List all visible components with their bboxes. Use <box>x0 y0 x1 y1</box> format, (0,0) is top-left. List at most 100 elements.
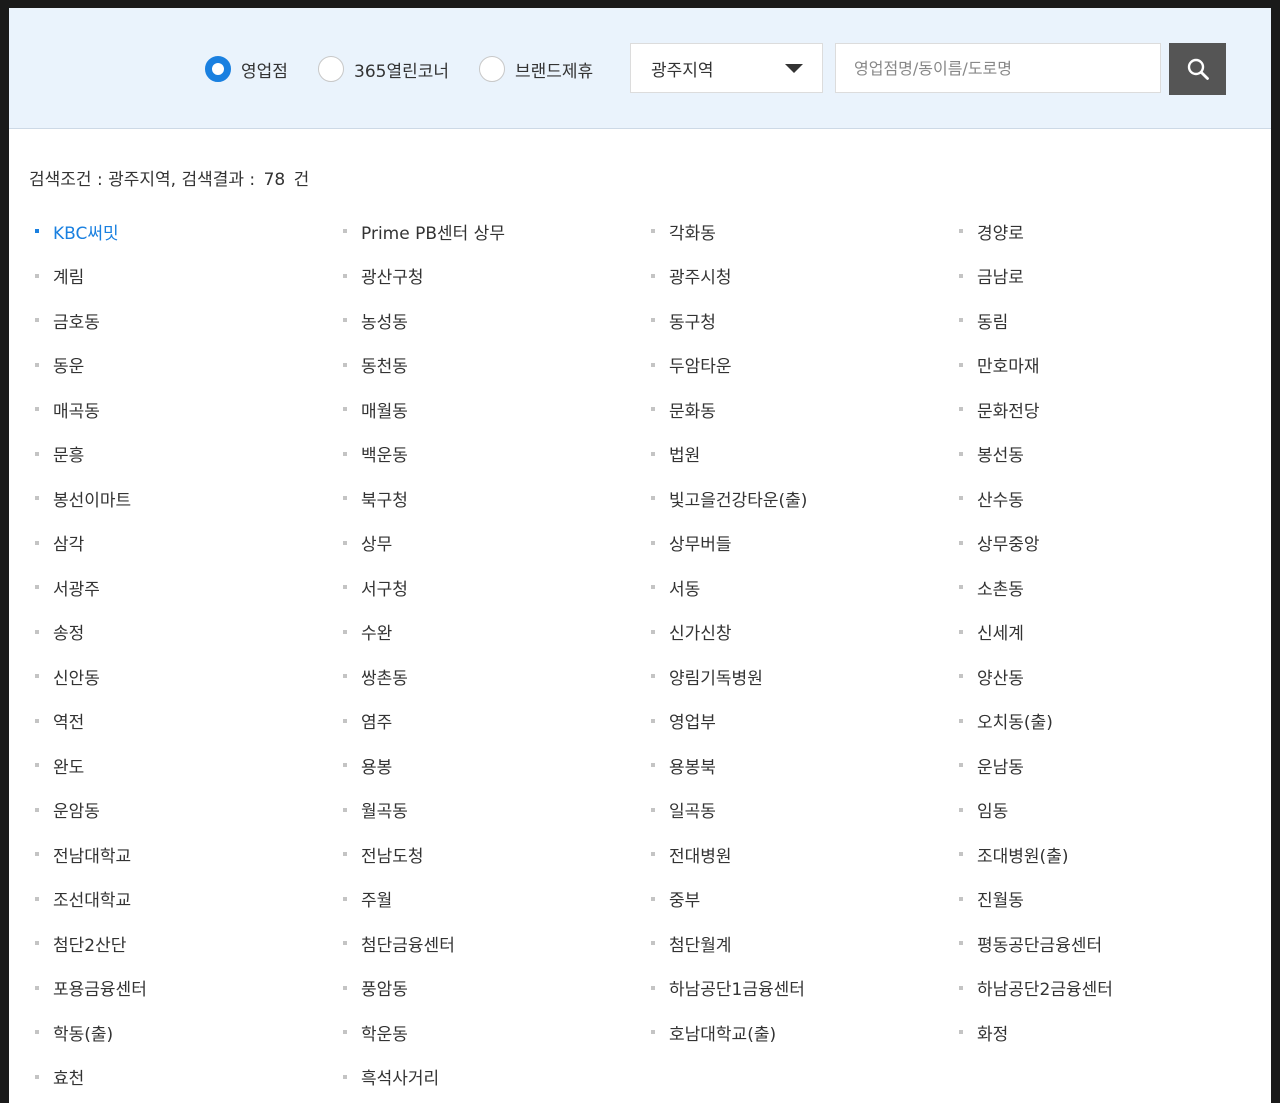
branch-item[interactable]: 북구청 <box>343 476 651 521</box>
branch-item[interactable]: 중부 <box>651 877 959 922</box>
branch-item[interactable]: 상무 <box>343 521 651 566</box>
radio-branch[interactable]: 영업점 <box>205 54 288 84</box>
branch-item[interactable]: 동운 <box>35 343 343 388</box>
radio-brand-partner[interactable]: 브랜드제휴 <box>479 54 593 84</box>
branch-item[interactable]: 문화동 <box>651 387 959 432</box>
branch-item[interactable]: 흑석사거리 <box>343 1055 651 1100</box>
branch-item[interactable]: 농성동 <box>343 298 651 343</box>
branch-item[interactable]: 빛고을건강타운(출) <box>651 476 959 521</box>
branch-item[interactable]: 봉선이마트 <box>35 476 343 521</box>
branch-item[interactable]: 운암동 <box>35 788 343 833</box>
branch-item[interactable]: 신가신창 <box>651 610 959 655</box>
branch-item[interactable]: 매월동 <box>343 387 651 432</box>
branch-item[interactable]: 전남도청 <box>343 832 651 877</box>
bullet-icon <box>343 718 347 723</box>
bullet-icon <box>35 629 39 634</box>
branch-item[interactable]: 금호동 <box>35 298 343 343</box>
branch-item[interactable]: 삼각 <box>35 521 343 566</box>
branch-item[interactable]: 쌍촌동 <box>343 654 651 699</box>
branch-name: 하남공단1금융센터 <box>669 980 805 1001</box>
branch-item[interactable]: 문화전당 <box>959 387 1267 432</box>
branch-item[interactable]: 광산구청 <box>343 254 651 299</box>
branch-item[interactable]: 양림기독병원 <box>651 654 959 699</box>
branch-name: 매곡동 <box>53 401 100 422</box>
branch-item[interactable]: 계림 <box>35 254 343 299</box>
branch-item[interactable]: 완도 <box>35 743 343 788</box>
branch-item[interactable]: 호남대학교(출) <box>651 1010 959 1055</box>
branch-item[interactable]: 임동 <box>959 788 1267 833</box>
branch-item[interactable]: 풍암동 <box>343 966 651 1011</box>
branch-item[interactable]: 학운동 <box>343 1010 651 1055</box>
branch-item[interactable]: 월곡동 <box>343 788 651 833</box>
bullet-icon <box>959 362 963 367</box>
branch-item[interactable]: 두암타운 <box>651 343 959 388</box>
branch-item[interactable]: 조선대학교 <box>35 877 343 922</box>
branch-item[interactable]: 첨단월계 <box>651 921 959 966</box>
branch-item[interactable]: 서광주 <box>35 565 343 610</box>
branch-name: 봉선동 <box>977 446 1024 467</box>
branch-name: 산수동 <box>977 490 1024 511</box>
branch-item[interactable]: 수완 <box>343 610 651 655</box>
branch-item[interactable]: 전남대학교 <box>35 832 343 877</box>
branch-item[interactable]: 봉선동 <box>959 432 1267 477</box>
branch-item[interactable]: 법원 <box>651 432 959 477</box>
branch-item[interactable]: 산수동 <box>959 476 1267 521</box>
branch-item[interactable]: 상무중앙 <box>959 521 1267 566</box>
bullet-icon <box>35 229 39 234</box>
branch-name: 운암동 <box>53 802 100 823</box>
branch-name: 주월 <box>361 891 393 912</box>
branch-item[interactable]: 서구청 <box>343 565 651 610</box>
branch-item[interactable]: 동림 <box>959 298 1267 343</box>
branch-item[interactable]: 역전 <box>35 699 343 744</box>
branch-item[interactable]: 상무버들 <box>651 521 959 566</box>
branch-item[interactable]: 일곡동 <box>651 788 959 833</box>
branch-item[interactable]: 광주시청 <box>651 254 959 299</box>
bullet-icon <box>959 852 963 857</box>
branch-item[interactable]: 만호마재 <box>959 343 1267 388</box>
branch-item[interactable]: 첨단금융센터 <box>343 921 651 966</box>
branch-item[interactable]: 주월 <box>343 877 651 922</box>
branch-item[interactable]: 화정 <box>959 1010 1267 1055</box>
branch-item[interactable]: 경양로 <box>959 209 1267 254</box>
branch-item[interactable]: 오치동(출) <box>959 699 1267 744</box>
branch-item[interactable]: 영업부 <box>651 699 959 744</box>
search-button[interactable] <box>1169 43 1226 95</box>
branch-item[interactable]: 평동공단금융센터 <box>959 921 1267 966</box>
branch-name: 계림 <box>53 268 85 289</box>
branch-item[interactable]: 동천동 <box>343 343 651 388</box>
radio-365-corner[interactable]: 365열린코너 <box>318 54 449 84</box>
branch-item[interactable]: 효천 <box>35 1055 343 1100</box>
branch-item[interactable]: 문흥 <box>35 432 343 477</box>
branch-item[interactable]: 진월동 <box>959 877 1267 922</box>
branch-item[interactable]: 신안동 <box>35 654 343 699</box>
branch-item[interactable]: 하남공단2금융센터 <box>959 966 1267 1011</box>
branch-item[interactable]: 각화동 <box>651 209 959 254</box>
branch-name: 완도 <box>53 757 85 778</box>
branch-item[interactable]: 첨단2산단 <box>35 921 343 966</box>
branch-name: 첨단월계 <box>669 935 732 956</box>
bullet-icon <box>35 718 39 723</box>
branch-item[interactable]: 학동(출) <box>35 1010 343 1055</box>
branch-item[interactable]: 전대병원 <box>651 832 959 877</box>
branch-item[interactable]: Prime PB센터 상무 <box>343 209 651 254</box>
branch-item[interactable]: KBC써밋 <box>35 209 343 254</box>
region-select[interactable]: 광주지역 <box>630 43 823 93</box>
branch-item[interactable]: 용봉북 <box>651 743 959 788</box>
search-input[interactable] <box>835 43 1161 93</box>
branch-item[interactable]: 염주 <box>343 699 651 744</box>
branch-item[interactable]: 동구청 <box>651 298 959 343</box>
branch-name: 동운 <box>53 357 85 378</box>
branch-item[interactable]: 금남로 <box>959 254 1267 299</box>
branch-item[interactable]: 포용금융센터 <box>35 966 343 1011</box>
branch-item[interactable]: 매곡동 <box>35 387 343 432</box>
branch-item[interactable]: 하남공단1금융센터 <box>651 966 959 1011</box>
branch-item[interactable]: 백운동 <box>343 432 651 477</box>
branch-item[interactable]: 조대병원(출) <box>959 832 1267 877</box>
branch-item[interactable]: 소촌동 <box>959 565 1267 610</box>
branch-item[interactable]: 서동 <box>651 565 959 610</box>
branch-item[interactable]: 신세계 <box>959 610 1267 655</box>
branch-item[interactable]: 양산동 <box>959 654 1267 699</box>
branch-item[interactable]: 용봉 <box>343 743 651 788</box>
branch-item[interactable]: 송정 <box>35 610 343 655</box>
branch-item[interactable]: 운남동 <box>959 743 1267 788</box>
